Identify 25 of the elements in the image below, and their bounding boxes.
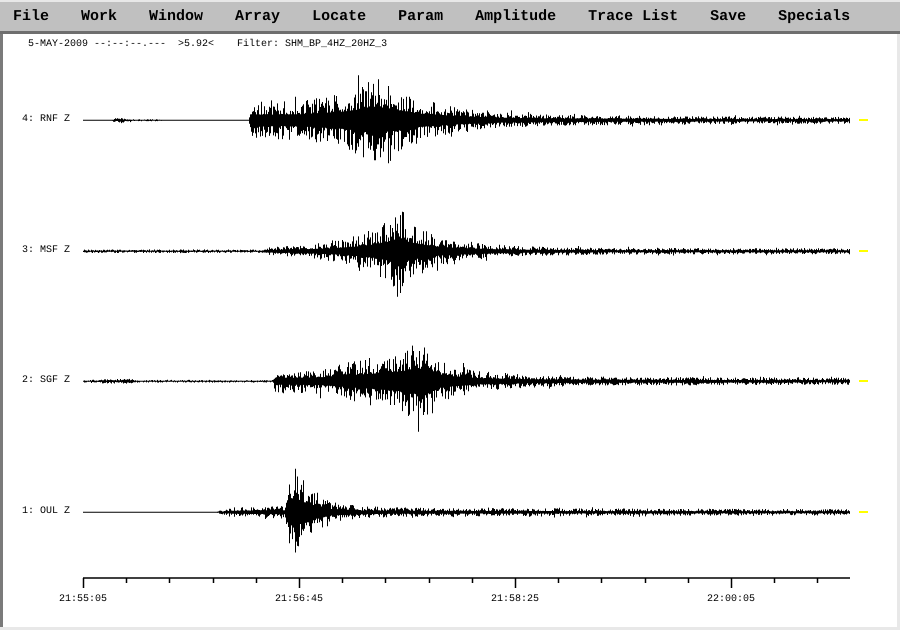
trace-label: 3: MSF Z — [20, 244, 71, 257]
menu-item[interactable]: Trace List — [584, 6, 682, 28]
value-text: >5.92< — [178, 38, 214, 50]
trace-label: 2: SGF Z — [20, 375, 71, 388]
date-time-text: 5-MAY-2009 --:--:--.--- — [28, 38, 166, 50]
menu-item[interactable]: File — [9, 6, 54, 28]
menu-item[interactable]: Amplitude — [471, 6, 560, 28]
menu-item[interactable]: Param — [394, 6, 448, 28]
time-label: 22:00:05 — [707, 594, 755, 605]
menu-item[interactable]: Save — [706, 6, 750, 28]
trace-label: 1: OUL Z — [20, 506, 71, 518]
menu-item[interactable]: Locate — [308, 6, 370, 28]
dash-marker-icon — [859, 119, 868, 122]
filter-text: Filter: SHM_BP_4HZ_20HZ_3 — [237, 38, 388, 50]
time-label: 21:56:45 — [275, 594, 323, 605]
dash-marker-icon — [859, 250, 868, 252]
dash-marker-icon — [859, 380, 868, 382]
time-label: 21:58:25 — [491, 594, 539, 605]
time-label: 21:55:05 — [59, 594, 107, 605]
menu-item[interactable]: Work — [77, 6, 122, 28]
dash-marker-icon — [859, 510, 868, 513]
menu-item[interactable]: Specials — [774, 6, 854, 28]
menu-item[interactable]: Window — [145, 6, 208, 28]
menu-item[interactable]: Array — [231, 6, 284, 28]
trace-label: 4: RNF Z — [20, 114, 71, 126]
